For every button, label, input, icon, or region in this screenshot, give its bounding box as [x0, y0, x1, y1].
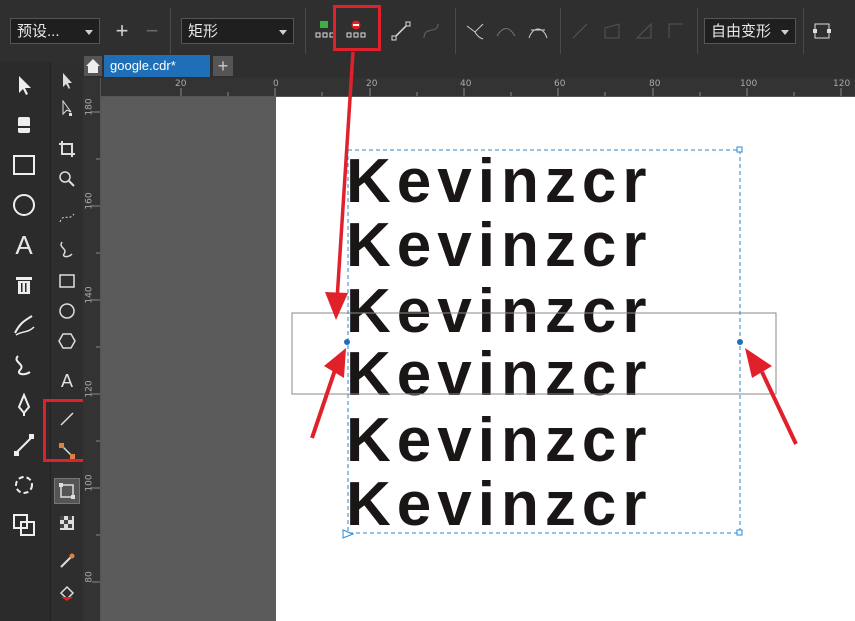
- vertical-ruler: 180 160 140 120 100 80: [83, 78, 101, 621]
- preset-value: 预设...: [17, 23, 60, 40]
- extract-subpath-icon[interactable]: [632, 19, 656, 43]
- horizontal-ruler: 20 0 20 40 60 80 100 120: [100, 78, 855, 97]
- ruler-label: 100: [84, 474, 95, 492]
- ruler-label: 40: [460, 79, 472, 89]
- plus-icon: +: [217, 56, 229, 76]
- smooth-node-icon[interactable]: [494, 19, 518, 43]
- preset-dropdown[interactable]: 预设...: [10, 18, 100, 44]
- freehand-tool-icon[interactable]: [54, 204, 80, 230]
- ruler-label: 180: [84, 98, 95, 116]
- pen-tool-icon[interactable]: [8, 390, 40, 420]
- document-tab[interactable]: google.cdr*: [104, 55, 210, 77]
- ruler-label: 80: [649, 79, 661, 89]
- smart-drawing-tool-icon[interactable]: [54, 236, 80, 262]
- ellipse-tool-icon[interactable]: [54, 298, 80, 324]
- ruler-label: 100: [740, 79, 758, 89]
- ellipse-tool-icon[interactable]: [8, 190, 40, 220]
- text-line[interactable]: Kevinzcr: [346, 473, 746, 537]
- ruler-label: 20: [175, 79, 187, 89]
- fill-tool-icon[interactable]: [54, 580, 80, 606]
- artistic-media-tool-icon[interactable]: [8, 310, 40, 340]
- shape-dropdown[interactable]: 矩形: [181, 18, 294, 44]
- ruler-label: 20: [366, 79, 378, 89]
- remove-preset-button[interactable]: −: [140, 18, 164, 43]
- separator: [305, 8, 306, 54]
- text-tool-icon[interactable]: A: [54, 368, 80, 394]
- pick-tool-icon[interactable]: [54, 68, 80, 94]
- curve-node-icon[interactable]: [419, 19, 443, 43]
- contour-tool-icon[interactable]: [8, 470, 40, 500]
- connector-tool-icon[interactable]: [8, 430, 40, 460]
- separator: [697, 8, 698, 54]
- zoom-tool-icon[interactable]: [54, 166, 80, 192]
- home-icon[interactable]: [84, 56, 102, 76]
- document-title: google.cdr*: [110, 58, 176, 73]
- rectangle-tool-icon[interactable]: [8, 150, 40, 180]
- line-node-icon[interactable]: [389, 19, 413, 43]
- transform-value: 自由变形: [711, 23, 772, 40]
- symmetric-node-icon[interactable]: [526, 19, 550, 43]
- ruler-label: 120: [84, 380, 95, 398]
- canvas-desktop[interactable]: [101, 97, 276, 621]
- secondary-toolbox: A: [43, 62, 119, 621]
- freehand-tool-icon[interactable]: [8, 350, 40, 380]
- ruler-label: 0: [273, 79, 279, 89]
- stretch-nodes-icon[interactable]: [810, 19, 834, 43]
- chevron-down-icon: [781, 30, 789, 35]
- crop-tool-icon[interactable]: [54, 136, 80, 162]
- transform-dropdown[interactable]: 自由变形: [704, 18, 796, 44]
- text-line[interactable]: Kevinzcr: [346, 280, 746, 344]
- shape-edit-tool-icon[interactable]: [8, 510, 40, 540]
- envelope-tool-icon[interactable]: [54, 478, 80, 504]
- delete-tool-icon[interactable]: [8, 270, 40, 300]
- ruler-label: 160: [84, 192, 95, 210]
- separator: [560, 8, 561, 54]
- chevron-down-icon: [279, 30, 287, 35]
- cusp-node-icon[interactable]: [463, 19, 487, 43]
- rectangle-tool-icon[interactable]: [54, 268, 80, 294]
- eraser-tool-icon[interactable]: [8, 110, 40, 140]
- close-curve-icon[interactable]: [664, 19, 688, 43]
- ruler-label: 80: [84, 571, 95, 583]
- separator: [803, 8, 804, 54]
- highlight-box: [333, 5, 381, 51]
- text-line[interactable]: Kevinzcr: [346, 409, 746, 473]
- add-preset-button[interactable]: +: [110, 18, 134, 43]
- text-line[interactable]: Kevinzcr: [346, 214, 746, 278]
- reverse-direction-icon[interactable]: [568, 19, 592, 43]
- pick-tool-icon[interactable]: [8, 70, 40, 100]
- transparency-tool-icon[interactable]: [54, 510, 80, 536]
- ruler-label: 140: [84, 286, 95, 304]
- polygon-tool-icon[interactable]: [54, 328, 80, 354]
- shape-value: 矩形: [188, 23, 219, 40]
- main-toolbox: A: [0, 62, 50, 621]
- ruler-label: 120: [833, 79, 851, 89]
- add-tab-button[interactable]: +: [213, 56, 233, 76]
- shape-tool-icon[interactable]: [54, 96, 80, 122]
- ruler-label: 60: [554, 79, 566, 89]
- text-line[interactable]: Kevinzcr: [346, 343, 746, 407]
- text-tool-icon[interactable]: A: [8, 230, 40, 260]
- separator: [455, 8, 456, 54]
- chevron-down-icon: [85, 30, 93, 35]
- eyedropper-tool-icon[interactable]: [54, 548, 80, 574]
- extend-curve-icon[interactable]: [600, 19, 624, 43]
- text-line[interactable]: Kevinzcr: [346, 150, 746, 214]
- separator: [170, 8, 171, 54]
